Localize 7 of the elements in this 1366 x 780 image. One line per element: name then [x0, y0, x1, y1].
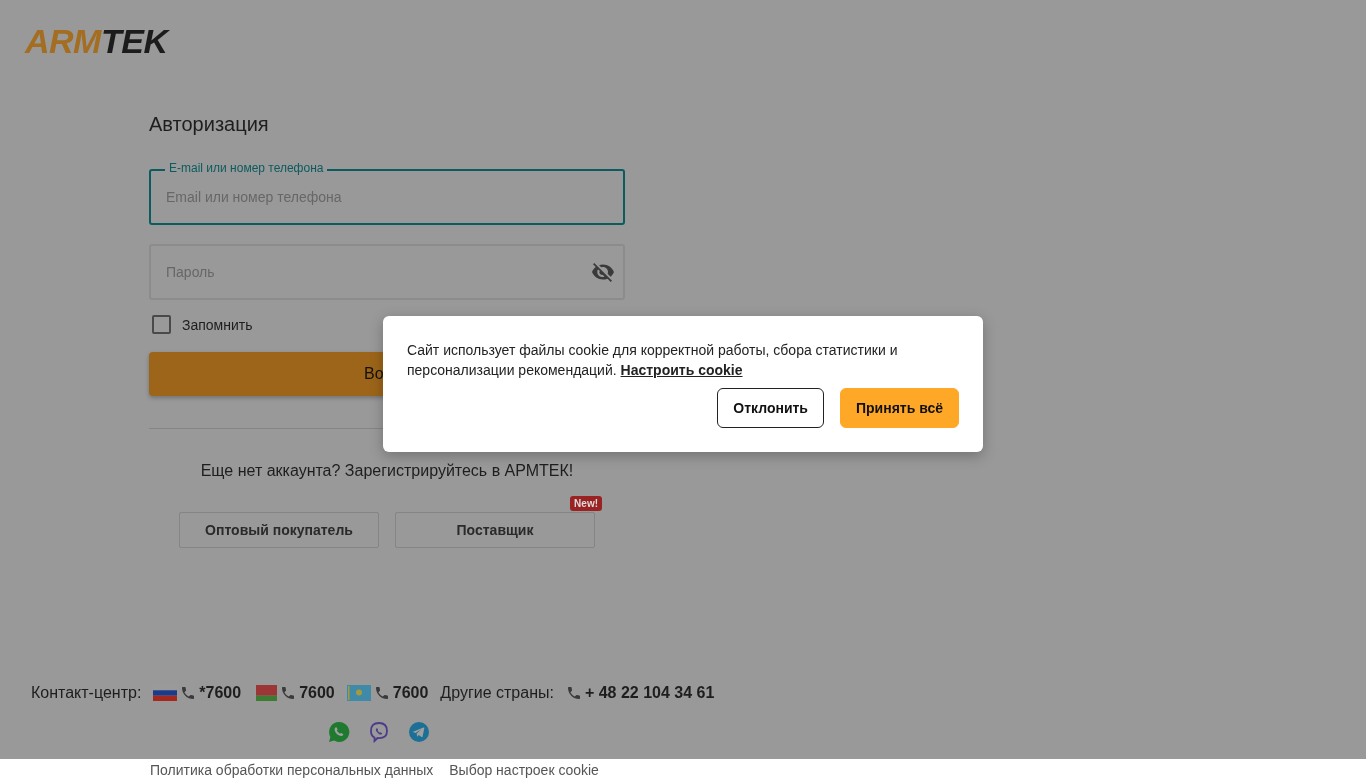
- contact-label: Другие страны:: [440, 684, 554, 702]
- new-badge: New!: [570, 496, 602, 511]
- field-label: E-mail или номер телефона: [165, 161, 328, 175]
- cookie-text: Сайт использует файлы cookie для корректной работы, сбора статистики и персонализации рекомендаций. Настроить cookie: [407, 341, 899, 380]
- register-prompt: Еще нет аккаунта? Зарегистрируйтесь в АРМТЕК!: [199, 462, 575, 480]
- page-title: Авторизация: [149, 112, 270, 136]
- contact-label: Контакт-центр:: [31, 684, 142, 702]
